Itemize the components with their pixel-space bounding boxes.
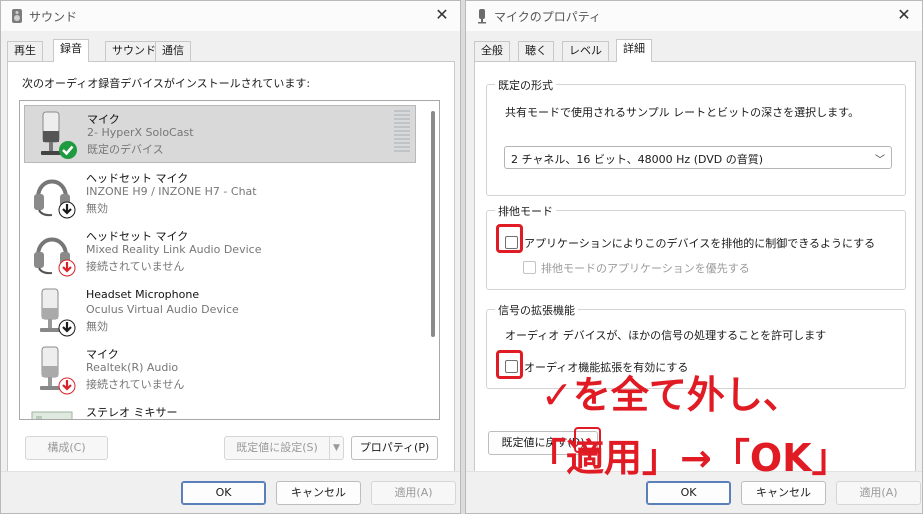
device-status: 接続されていません <box>86 378 185 391</box>
list-item[interactable]: ヘッドセット マイク INZONE H9 / INZONE H7 - Chat … <box>24 165 416 223</box>
configure-button[interactable]: 構成(C) <box>25 436 108 460</box>
default-format-label: 既定の形式 <box>495 77 556 93</box>
default-format-group: 既定の形式 共有モードで使用されるサンプル レートとビットの深さを選択します。 … <box>486 77 906 196</box>
device-driver: INZONE H9 / INZONE H7 - Chat <box>86 185 257 198</box>
headset-icon <box>34 179 76 219</box>
sound-titlebar[interactable]: サウンド ✕ <box>1 1 460 31</box>
stereo-mixer-icon <box>31 411 73 419</box>
close-icon[interactable]: ✕ <box>432 5 452 25</box>
tab-listen[interactable]: 聴く <box>518 41 554 61</box>
device-name: マイク <box>87 113 120 126</box>
instruction-text: 次のオーディオ録音デバイスがインストールされています: <box>22 77 311 90</box>
exclusive-priority-checkbox[interactable] <box>523 261 536 274</box>
ok-button[interactable]: OK <box>181 481 266 505</box>
device-driver: Oculus Virtual Audio Device <box>86 303 239 316</box>
device-status: 接続されていません <box>86 260 185 273</box>
mic-icon <box>478 9 486 24</box>
chevron-down-icon: ▼ <box>333 443 340 453</box>
device-status: 無効 <box>86 320 108 333</box>
device-name: ヘッドセット マイク <box>86 230 189 243</box>
properties-button[interactable]: プロパティ(P) <box>351 436 438 460</box>
apply-button[interactable]: 適用(A) <box>371 481 456 505</box>
signal-enhancements-desc: オーディオ デバイスが、ほかの信号の処理することを許可します <box>505 329 827 342</box>
cancel-button[interactable]: キャンセル <box>741 481 826 505</box>
highlight-box <box>496 350 523 379</box>
cancel-button[interactable]: キャンセル <box>276 481 361 505</box>
headset-icon <box>34 237 76 277</box>
exclusive-priority-label: 排他モードのアプリケーションを優先する <box>541 262 750 275</box>
mic-icon <box>41 111 77 159</box>
ok-button[interactable]: OK <box>646 481 731 505</box>
properties-window-title: マイクのプロパティ <box>494 10 602 24</box>
format-select[interactable]: 2 チャネル、16 ビット、48000 Hz (DVD の音質) ﹀ <box>504 146 892 169</box>
device-status: 既定のデバイス <box>87 143 164 156</box>
mic-icon <box>40 346 76 395</box>
exclusive-mode-group: 排他モード アプリケーションによりこのデバイスを排他的に制御できるようにする 排… <box>486 203 906 290</box>
set-default-button[interactable]: 既定値に設定(S) <box>224 436 330 460</box>
device-name: マイク <box>86 348 119 361</box>
list-item[interactable]: ステレオ ミキサー <box>24 399 416 419</box>
sound-window-title: サウンド <box>29 10 78 24</box>
format-select-value: 2 チャネル、16 ビット、48000 Hz (DVD の音質) <box>511 153 764 166</box>
default-format-desc: 共有モードで使用されるサンプル レートとビットの深さを選択します。 <box>505 106 860 119</box>
list-item[interactable]: マイク Realtek(R) Audio 接続されていません <box>24 341 416 399</box>
tab-communications[interactable]: 通信 <box>155 41 191 61</box>
device-status: 無効 <box>86 202 108 215</box>
annotation-line-1: ✓を全て外し、 <box>541 373 801 417</box>
mic-icon <box>40 288 76 337</box>
tab-recording[interactable]: 録音 <box>53 39 89 62</box>
device-driver: 2- HyperX SoloCast <box>87 126 194 139</box>
speaker-icon <box>12 9 22 23</box>
highlight-box <box>496 224 523 253</box>
chevron-down-icon: ﹀ <box>875 155 885 166</box>
exclusive-mode-label: 排他モード <box>495 203 556 219</box>
device-name: ステレオ ミキサー <box>86 406 178 419</box>
list-item[interactable]: マイク 2- HyperX SoloCast 既定のデバイス <box>24 105 416 163</box>
signal-enhancements-label: 信号の拡張機能 <box>495 302 578 318</box>
device-name: Headset Microphone <box>86 288 200 301</box>
set-default-dropdown[interactable]: ▼ <box>330 436 344 460</box>
list-scrollbar[interactable] <box>431 111 435 337</box>
list-item[interactable]: Headset Microphone Oculus Virtual Audio … <box>24 283 416 341</box>
sound-window: サウンド ✕ 再生 録音 サウンド 通信 次のオーディオ録音デバイスがインストー… <box>0 0 461 514</box>
sound-footer: OK キャンセル 適用(A) <box>1 471 460 513</box>
annotation-line-2: 「適用」→「OK」 <box>528 436 850 480</box>
device-name: ヘッドセット マイク <box>86 172 189 185</box>
device-list[interactable]: マイク 2- HyperX SoloCast 既定のデバイス ヘッドセット マイ… <box>19 100 440 420</box>
properties-titlebar[interactable]: マイクのプロパティ ✕ <box>466 1 922 31</box>
device-driver: Realtek(R) Audio <box>86 361 179 374</box>
tab-general[interactable]: 全般 <box>474 41 510 61</box>
tab-advanced[interactable]: 詳細 <box>616 39 652 62</box>
tab-playback[interactable]: 再生 <box>7 41 43 61</box>
level-meter <box>394 110 410 152</box>
tab-levels[interactable]: レベル <box>562 41 609 61</box>
apply-button[interactable]: 適用(A) <box>836 481 921 505</box>
list-item[interactable]: ヘッドセット マイク Mixed Reality Link Audio Devi… <box>24 223 416 281</box>
close-icon[interactable]: ✕ <box>894 5 914 25</box>
exclusive-control-label: アプリケーションによりこのデバイスを排他的に制御できるようにする <box>524 237 876 250</box>
device-driver: Mixed Reality Link Audio Device <box>86 243 262 256</box>
